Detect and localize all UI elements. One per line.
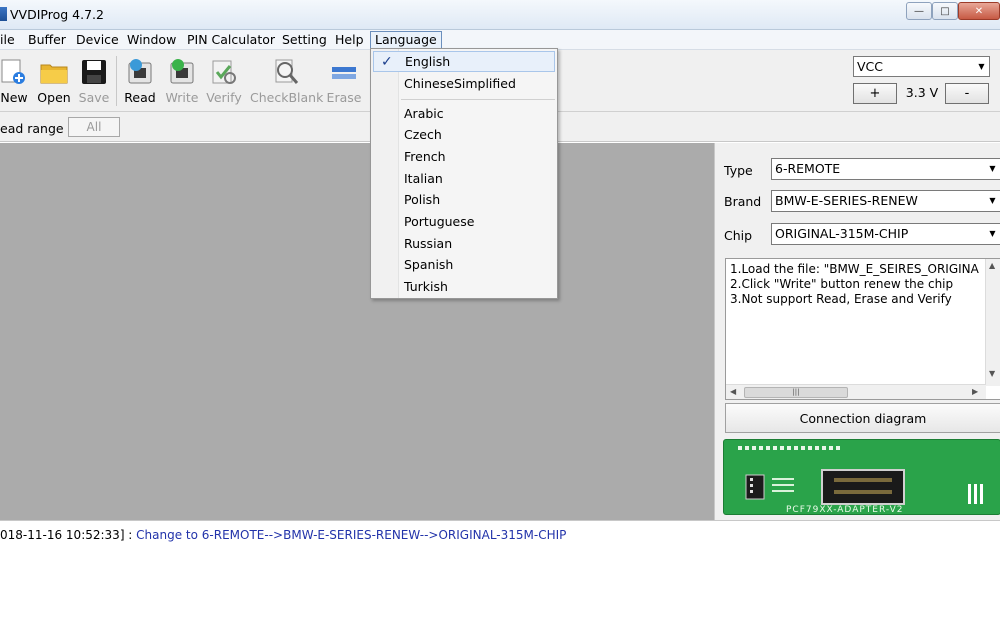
eraser-icon [332,67,356,79]
language-spanish[interactable]: Spanish [373,254,555,275]
chevron-down-icon: ▼ [985,224,1000,244]
new-button[interactable]: New [0,54,28,108]
checkmark-icon: ✓ [381,54,393,70]
type-select-value: 6-REMOTE [775,161,841,176]
log-timestamp: 018-11-16 10:52:33] : [0,528,137,542]
erase-label: Erase [326,90,362,105]
language-italian[interactable]: Italian [373,168,555,189]
toolbar-separator [116,56,117,106]
scroll-right-icon[interactable]: ▶ [972,387,978,396]
language-menu: ✓ English ChineseSimplified Arabic Czech… [370,48,558,299]
log-message: Change to 6-REMOTE-->BMW-E-SERIES-RENEW-… [136,528,567,542]
maximize-button[interactable]: □ [932,2,958,20]
verify-label: Verify [206,90,242,105]
close-button[interactable]: ✕ [958,2,1000,20]
menu-bar: ile Buffer Device Window PIN Calculator … [0,30,1000,50]
config-panel: Type 6-REMOTE ▼ Brand BMW-E-SERIES-RENEW… [714,143,1000,520]
title-bar: VVDIProg 4.7.2 — □ ✕ [0,0,1000,30]
verify-icon [212,60,236,84]
type-select[interactable]: 6-REMOTE ▼ [771,158,1000,180]
chip-select[interactable]: ORIGINAL-315M-CHIP ▼ [771,223,1000,245]
vcc-increase-button[interactable]: + [853,83,897,104]
read-label: Read [124,90,156,105]
floppy-disk-icon [82,60,106,84]
verify-button[interactable]: Verify [206,54,242,108]
new-label: New [0,90,28,105]
menu-window[interactable]: Window [123,31,180,49]
window-title: VVDIProg 4.7.2 [10,7,104,22]
vertical-scrollbar[interactable]: ▲ ▼ [985,259,1000,386]
buffer-workspace [0,143,714,520]
horizontal-scrollbar[interactable]: ◀ ||| ▶ [726,384,986,399]
chip-notes[interactable]: 1.Load the file: "BMW_E_SEIRES_ORIGINA 2… [725,258,1000,400]
chip-read-icon [128,59,152,84]
scrollbar-thumb[interactable]: ||| [744,387,848,398]
check-blank-button[interactable]: CheckBlank [250,54,323,108]
language-label: English [405,54,451,69]
adapter-board-image: PCF79XX-ADAPTER-V2 [723,439,1000,515]
brand-select-value: BMW-E-SERIES-RENEW [775,193,918,208]
menu-language[interactable]: Language [370,31,442,49]
log-entry: 018-11-16 10:52:33] : Change to 6-REMOTE… [0,528,566,542]
vcc-value: 3.3 V [905,85,939,100]
check-blank-label: CheckBlank [250,90,324,105]
language-arabic[interactable]: Arabic [373,103,555,124]
scroll-down-icon[interactable]: ▼ [989,369,995,378]
language-english[interactable]: ✓ English [373,51,555,72]
board-label: PCF79XX-ADAPTER-V2 [786,505,904,515]
save-label: Save [78,90,110,105]
chevron-down-icon: ▼ [985,191,1000,211]
language-czech[interactable]: Czech [373,124,555,145]
vcc-decrease-button[interactable]: - [945,83,989,104]
note-line: 2.Click "Write" button renew the chip [730,277,954,291]
chevron-down-icon: ▼ [985,159,1000,179]
scroll-up-icon[interactable]: ▲ [989,261,995,270]
write-button[interactable]: Write [165,54,199,108]
language-turkish[interactable]: Turkish [373,276,555,297]
new-file-icon [1,59,25,84]
adapter-board-icon [738,446,983,505]
brand-select[interactable]: BMW-E-SERIES-RENEW ▼ [771,190,1000,212]
brand-label: Brand [724,194,762,209]
log-panel[interactable]: 018-11-16 10:52:33] : Change to 6-REMOTE… [0,520,1000,624]
note-line: 1.Load the file: "BMW_E_SEIRES_ORIGINA [730,262,979,276]
menu-pin-calculator[interactable]: PIN Calculator [183,31,279,49]
connection-diagram-button[interactable]: Connection diagram [725,403,1000,433]
note-line: 3.Not support Read, Erase and Verify [730,292,952,306]
chip-select-value: ORIGINAL-315M-CHIP [775,226,909,241]
magnifier-icon [275,59,299,84]
menu-setting[interactable]: Setting [278,31,331,49]
menu-buffer[interactable]: Buffer [24,31,70,49]
language-french[interactable]: French [373,146,555,167]
vcc-select-value: VCC [857,59,884,74]
menu-device[interactable]: Device [72,31,123,49]
app-icon [0,7,7,21]
language-russian[interactable]: Russian [373,233,555,254]
chip-write-icon [170,59,194,84]
chip-label: Chip [724,228,753,243]
menu-help[interactable]: Help [331,31,368,49]
scroll-left-icon[interactable]: ◀ [730,387,736,396]
read-button[interactable]: Read [124,54,156,108]
read-range-label: ead range [0,121,64,136]
chevron-down-icon: ▼ [974,57,989,76]
language-portuguese[interactable]: Portuguese [373,211,555,232]
save-button[interactable]: Save [78,54,110,108]
language-chinese-simplified[interactable]: ChineseSimplified [373,73,555,94]
menu-divider [401,99,555,100]
read-range-field[interactable]: All [68,117,120,137]
language-polish[interactable]: Polish [373,189,555,210]
folder-icon [40,64,68,84]
minimize-button[interactable]: — [906,2,932,20]
write-label: Write [165,90,199,105]
open-label: Open [37,90,71,105]
menu-file[interactable]: ile [0,31,19,49]
vcc-select[interactable]: VCC ▼ [853,56,990,77]
open-button[interactable]: Open [37,54,71,108]
erase-button[interactable]: Erase [326,54,362,108]
type-label: Type [724,163,753,178]
